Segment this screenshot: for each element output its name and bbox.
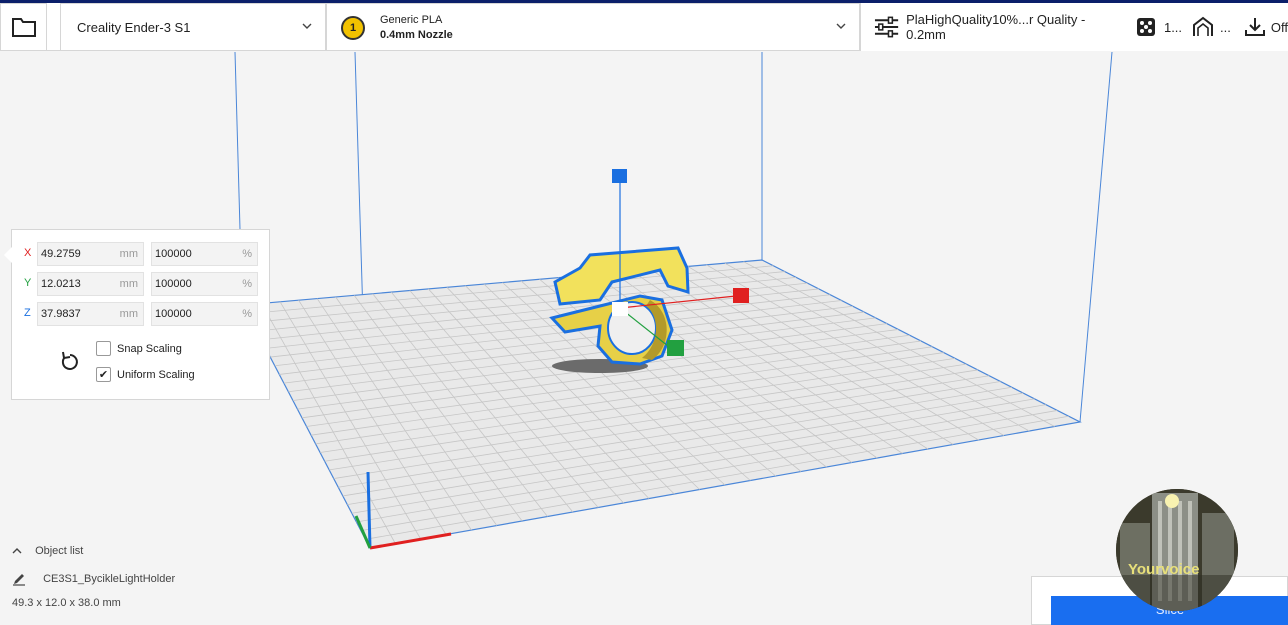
support-value: 1... [1163, 19, 1183, 35]
axis-label-z: Z [24, 307, 31, 319]
snap-scaling-checkbox[interactable]: Snap Scaling [96, 341, 182, 356]
scale-y-percent-input[interactable]: 100000 % [151, 272, 258, 296]
printer-selector[interactable]: Creality Ender-3 S1 [60, 3, 326, 51]
object-name: CE3S1_BycikleLightHolder [43, 572, 176, 585]
scale-x-mm-input[interactable]: 49.2759 mm [37, 242, 144, 266]
sliders-icon [874, 16, 899, 38]
support-icon [1136, 18, 1155, 36]
scale-x-percent-input[interactable]: 100000 % [151, 242, 258, 266]
extruder-badge: 1 [341, 16, 365, 40]
scale-x-percent-value: 100000 [155, 248, 192, 260]
scale-row-z: Z 37.9837 mm 100000 % [12, 302, 271, 326]
scale-y-mm-input[interactable]: 12.0213 mm [37, 272, 144, 296]
scale-y-mm-value: 12.0213 [41, 278, 81, 290]
unit-percent: % [242, 248, 252, 260]
unit-percent: % [242, 278, 252, 290]
chevron-down-icon [836, 23, 846, 29]
object-list-toggle[interactable]: Object list [12, 545, 83, 557]
adhesion-icon [1193, 16, 1214, 36]
printer-name: Creality Ender-3 S1 [77, 19, 191, 35]
unit-mm: mm [119, 248, 138, 260]
scale-z-mm-value: 37.9837 [41, 308, 81, 320]
profile-name: PlaHighQuality10%...r Quality - 0.2mm [906, 12, 1086, 42]
webcam-image: Yourvoice [1116, 489, 1238, 611]
panel-pointer [4, 247, 12, 263]
scale-z-percent-input[interactable]: 100000 % [151, 302, 258, 326]
save-indicator: Off [1244, 17, 1288, 37]
scale-row-y: Y 12.0213 mm 100000 % [12, 272, 271, 296]
print-settings-selector[interactable]: PlaHighQuality10%...r Quality - 0.2mm 1.… [860, 3, 1288, 51]
scale-y-percent-value: 100000 [155, 278, 192, 290]
uniform-scaling-label: Uniform Scaling [117, 368, 195, 381]
webcam-text: Yourvoice [1128, 561, 1199, 578]
scale-row-x: X 49.2759 mm 100000 % [12, 242, 271, 266]
unit-percent: % [242, 308, 252, 320]
object-dimensions: 49.3 x 12.0 x 38.0 mm [12, 597, 121, 609]
object-name-row[interactable]: CE3S1_BycikleLightHolder [12, 572, 175, 586]
scale-x-mm-value: 49.2759 [41, 248, 81, 260]
scale-tool-panel: X 49.2759 mm 100000 % Y 12.0213 mm 10000… [4, 229, 271, 400]
open-file-button[interactable] [0, 3, 47, 51]
scale-z-mm-input[interactable]: 37.9837 mm [37, 302, 144, 326]
webcam-overlay: Yourvoice [1116, 489, 1238, 611]
uniform-scaling-checkbox[interactable]: ✔ Uniform Scaling [96, 367, 195, 382]
support-indicator: 1... [1136, 17, 1182, 37]
material-selector[interactable]: 1 Generic PLA 0.4mm Nozzle [326, 3, 860, 51]
chevron-down-icon [302, 23, 312, 29]
snap-scaling-label: Snap Scaling [117, 342, 182, 355]
axis-label-x: X [24, 247, 32, 259]
material-name: Generic PLA [380, 14, 443, 26]
scale-z-percent-value: 100000 [155, 308, 192, 320]
unit-mm: mm [119, 278, 138, 290]
reset-icon [61, 351, 78, 370]
object-list-header: Object list [35, 545, 84, 557]
nozzle-size: 0.4mm Nozzle [380, 29, 453, 41]
adhesion-state: Off [1270, 19, 1288, 35]
download-icon [1244, 18, 1265, 36]
folder-icon [11, 18, 36, 37]
uniform-scaling-box: ✔ [96, 367, 111, 382]
reset-scale-button[interactable] [60, 351, 80, 378]
adhesion-indicator: ... [1192, 16, 1231, 38]
pencil-icon [13, 574, 25, 586]
snap-scaling-box [96, 341, 111, 356]
axis-label-y: Y [24, 277, 32, 289]
unit-mm: mm [119, 308, 138, 320]
adhesion-value: ... [1220, 19, 1231, 35]
chevron-up-icon [12, 548, 22, 554]
